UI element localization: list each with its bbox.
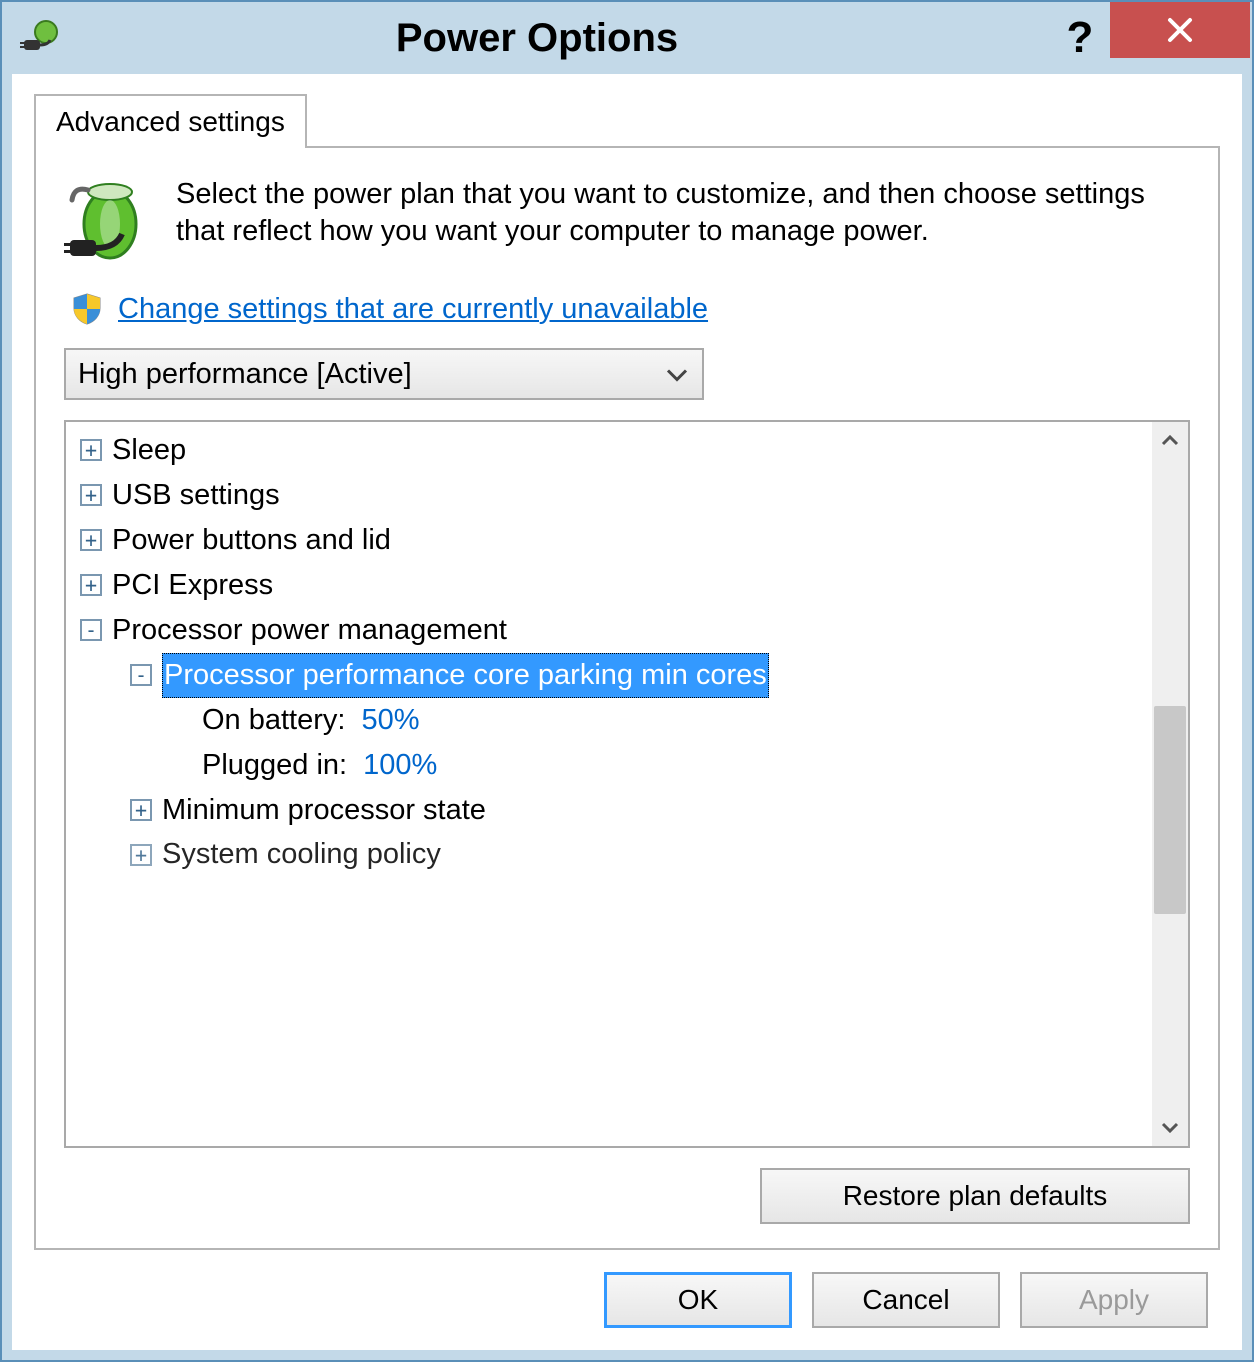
power-plan-selected: High performance [Active] <box>78 358 412 391</box>
setting-on-battery[interactable]: On battery: 50% <box>76 698 1152 743</box>
intro-text: Select the power plan that you want to c… <box>176 176 1190 268</box>
dialog-footer: OK Cancel Apply <box>12 1250 1242 1350</box>
scroll-up-button[interactable] <box>1152 422 1188 458</box>
power-plan-combo[interactable]: High performance [Active] <box>64 348 704 400</box>
expand-icon[interactable]: + <box>80 439 102 461</box>
tree-scrollbar[interactable] <box>1152 422 1188 1146</box>
battery-plug-icon <box>64 176 156 268</box>
tree-label: System cooling policy <box>162 832 441 877</box>
tree-item-pci-express[interactable]: + PCI Express <box>76 563 1152 608</box>
tree-label: Sleep <box>112 428 186 473</box>
expand-icon[interactable]: + <box>80 484 102 506</box>
setting-plugged-in[interactable]: Plugged in: 100% <box>76 743 1152 788</box>
restore-row: Restore plan defaults <box>64 1168 1190 1224</box>
close-button[interactable] <box>1110 2 1250 58</box>
expand-icon[interactable]: + <box>80 574 102 596</box>
scroll-thumb[interactable] <box>1154 706 1186 915</box>
setting-value[interactable]: 50% <box>361 698 419 743</box>
tree-item-sleep[interactable]: + Sleep <box>76 428 1152 473</box>
setting-label: Plugged in: <box>202 743 347 788</box>
tree-item-core-parking-min-cores[interactable]: - Processor performance core parking min… <box>76 653 1152 698</box>
client-area: Advanced settings <box>12 74 1242 1350</box>
expand-icon[interactable]: + <box>130 799 152 821</box>
tab-strip: Advanced settings <box>12 94 1242 148</box>
cancel-button[interactable]: Cancel <box>812 1272 1000 1328</box>
shield-icon <box>70 292 104 326</box>
settings-tree-container: + Sleep + USB settings + Power buttons a… <box>64 420 1190 1148</box>
tree-item-processor-power-management[interactable]: - Processor power management <box>76 608 1152 653</box>
ok-button[interactable]: OK <box>604 1272 792 1328</box>
intro-row: Select the power plan that you want to c… <box>64 176 1190 268</box>
chevron-down-icon <box>1161 1122 1179 1134</box>
help-button[interactable]: ? <box>1050 2 1110 74</box>
scroll-down-button[interactable] <box>1152 1110 1188 1146</box>
expand-icon[interactable]: + <box>130 844 152 866</box>
tree-label: Power buttons and lid <box>112 518 391 563</box>
tree-label: USB settings <box>112 473 280 518</box>
tree-item-power-buttons-lid[interactable]: + Power buttons and lid <box>76 518 1152 563</box>
setting-label: On battery: <box>202 698 345 743</box>
tab-advanced-settings[interactable]: Advanced settings <box>34 94 307 148</box>
power-options-window: Power Options ? Advanced settings <box>0 0 1254 1362</box>
tree-label: Minimum processor state <box>162 788 486 833</box>
expand-icon[interactable]: + <box>80 529 102 551</box>
setting-value[interactable]: 100% <box>363 743 437 788</box>
titlebar: Power Options ? <box>2 2 1252 74</box>
collapse-icon[interactable]: - <box>130 664 152 686</box>
tree-item-system-cooling-policy[interactable]: + System cooling policy <box>76 832 1152 877</box>
chevron-up-icon <box>1161 434 1179 446</box>
tree-item-usb-settings[interactable]: + USB settings <box>76 473 1152 518</box>
chevron-down-icon <box>666 358 688 391</box>
tree-label: PCI Express <box>112 563 273 608</box>
tree-label: Processor power management <box>112 608 507 653</box>
window-title: Power Options <box>24 16 1050 61</box>
apply-button: Apply <box>1020 1272 1208 1328</box>
close-icon <box>1166 16 1194 44</box>
tree-item-min-processor-state[interactable]: + Minimum processor state <box>76 788 1152 833</box>
settings-tree[interactable]: + Sleep + USB settings + Power buttons a… <box>66 422 1152 1146</box>
collapse-icon[interactable]: - <box>80 619 102 641</box>
tree-label-selected: Processor performance core parking min c… <box>162 653 769 698</box>
tab-page: Select the power plan that you want to c… <box>34 146 1220 1250</box>
change-unavailable-link[interactable]: Change settings that are currently unava… <box>118 293 708 326</box>
scroll-track[interactable] <box>1152 458 1188 1110</box>
uac-row: Change settings that are currently unava… <box>70 292 1190 326</box>
restore-defaults-button[interactable]: Restore plan defaults <box>760 1168 1190 1224</box>
